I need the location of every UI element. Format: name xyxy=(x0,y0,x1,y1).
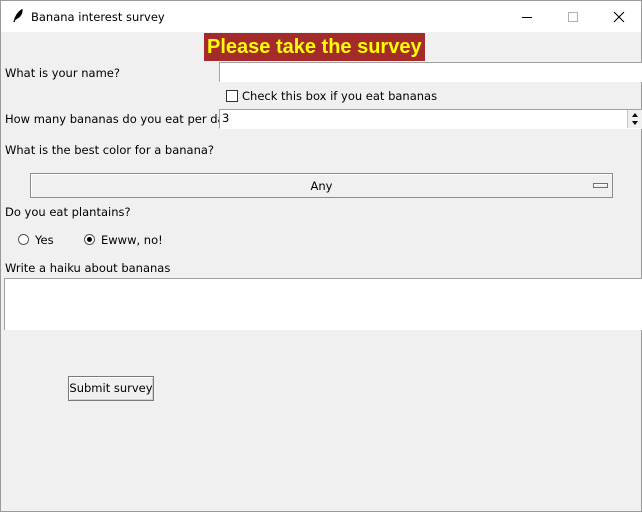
maximize-icon xyxy=(568,11,578,22)
bananas-per-day-spinbox[interactable]: 3 xyxy=(219,109,642,129)
app-window: Banana interest survey Please take the s… xyxy=(0,0,642,512)
bananas-per-day-label: How many bananas do you eat per day? xyxy=(5,112,238,126)
color-selected-value: Any xyxy=(310,179,333,193)
bananas-per-day-value: 3 xyxy=(222,111,230,125)
survey-heading: Please take the survey xyxy=(204,33,425,61)
color-label: What is the best color for a banana? xyxy=(5,143,215,157)
minimize-icon xyxy=(522,16,532,18)
radio-selected-dot xyxy=(87,237,92,242)
name-input[interactable] xyxy=(219,62,642,82)
close-button[interactable] xyxy=(596,1,642,32)
eat-bananas-label: Check this box if you eat bananas xyxy=(242,89,438,103)
plantains-no-label: Ewww, no! xyxy=(101,233,163,247)
minimize-button[interactable] xyxy=(504,1,550,32)
spin-arrows-icon xyxy=(632,113,638,125)
spinbox-arrows[interactable] xyxy=(627,110,642,128)
feather-icon xyxy=(10,8,26,24)
maximize-button[interactable] xyxy=(550,1,596,32)
close-icon xyxy=(613,11,625,22)
window-title: Banana interest survey xyxy=(31,10,165,24)
plantains-yes-label: Yes xyxy=(35,233,54,247)
haiku-textarea[interactable] xyxy=(4,278,642,330)
plantains-yes-radio[interactable] xyxy=(18,234,29,245)
option-menu-indicator-icon xyxy=(593,183,608,188)
plantains-no-radio[interactable] xyxy=(84,234,95,245)
name-label: What is your name? xyxy=(5,66,120,80)
plantains-label: Do you eat plantains? xyxy=(5,205,131,219)
color-option-menu[interactable]: Any xyxy=(30,173,613,198)
eat-bananas-checkbox[interactable] xyxy=(226,90,238,102)
submit-survey-button[interactable]: Submit survey xyxy=(68,376,154,401)
haiku-label: Write a haiku about bananas xyxy=(5,261,171,275)
title-bar: Banana interest survey xyxy=(1,1,641,32)
